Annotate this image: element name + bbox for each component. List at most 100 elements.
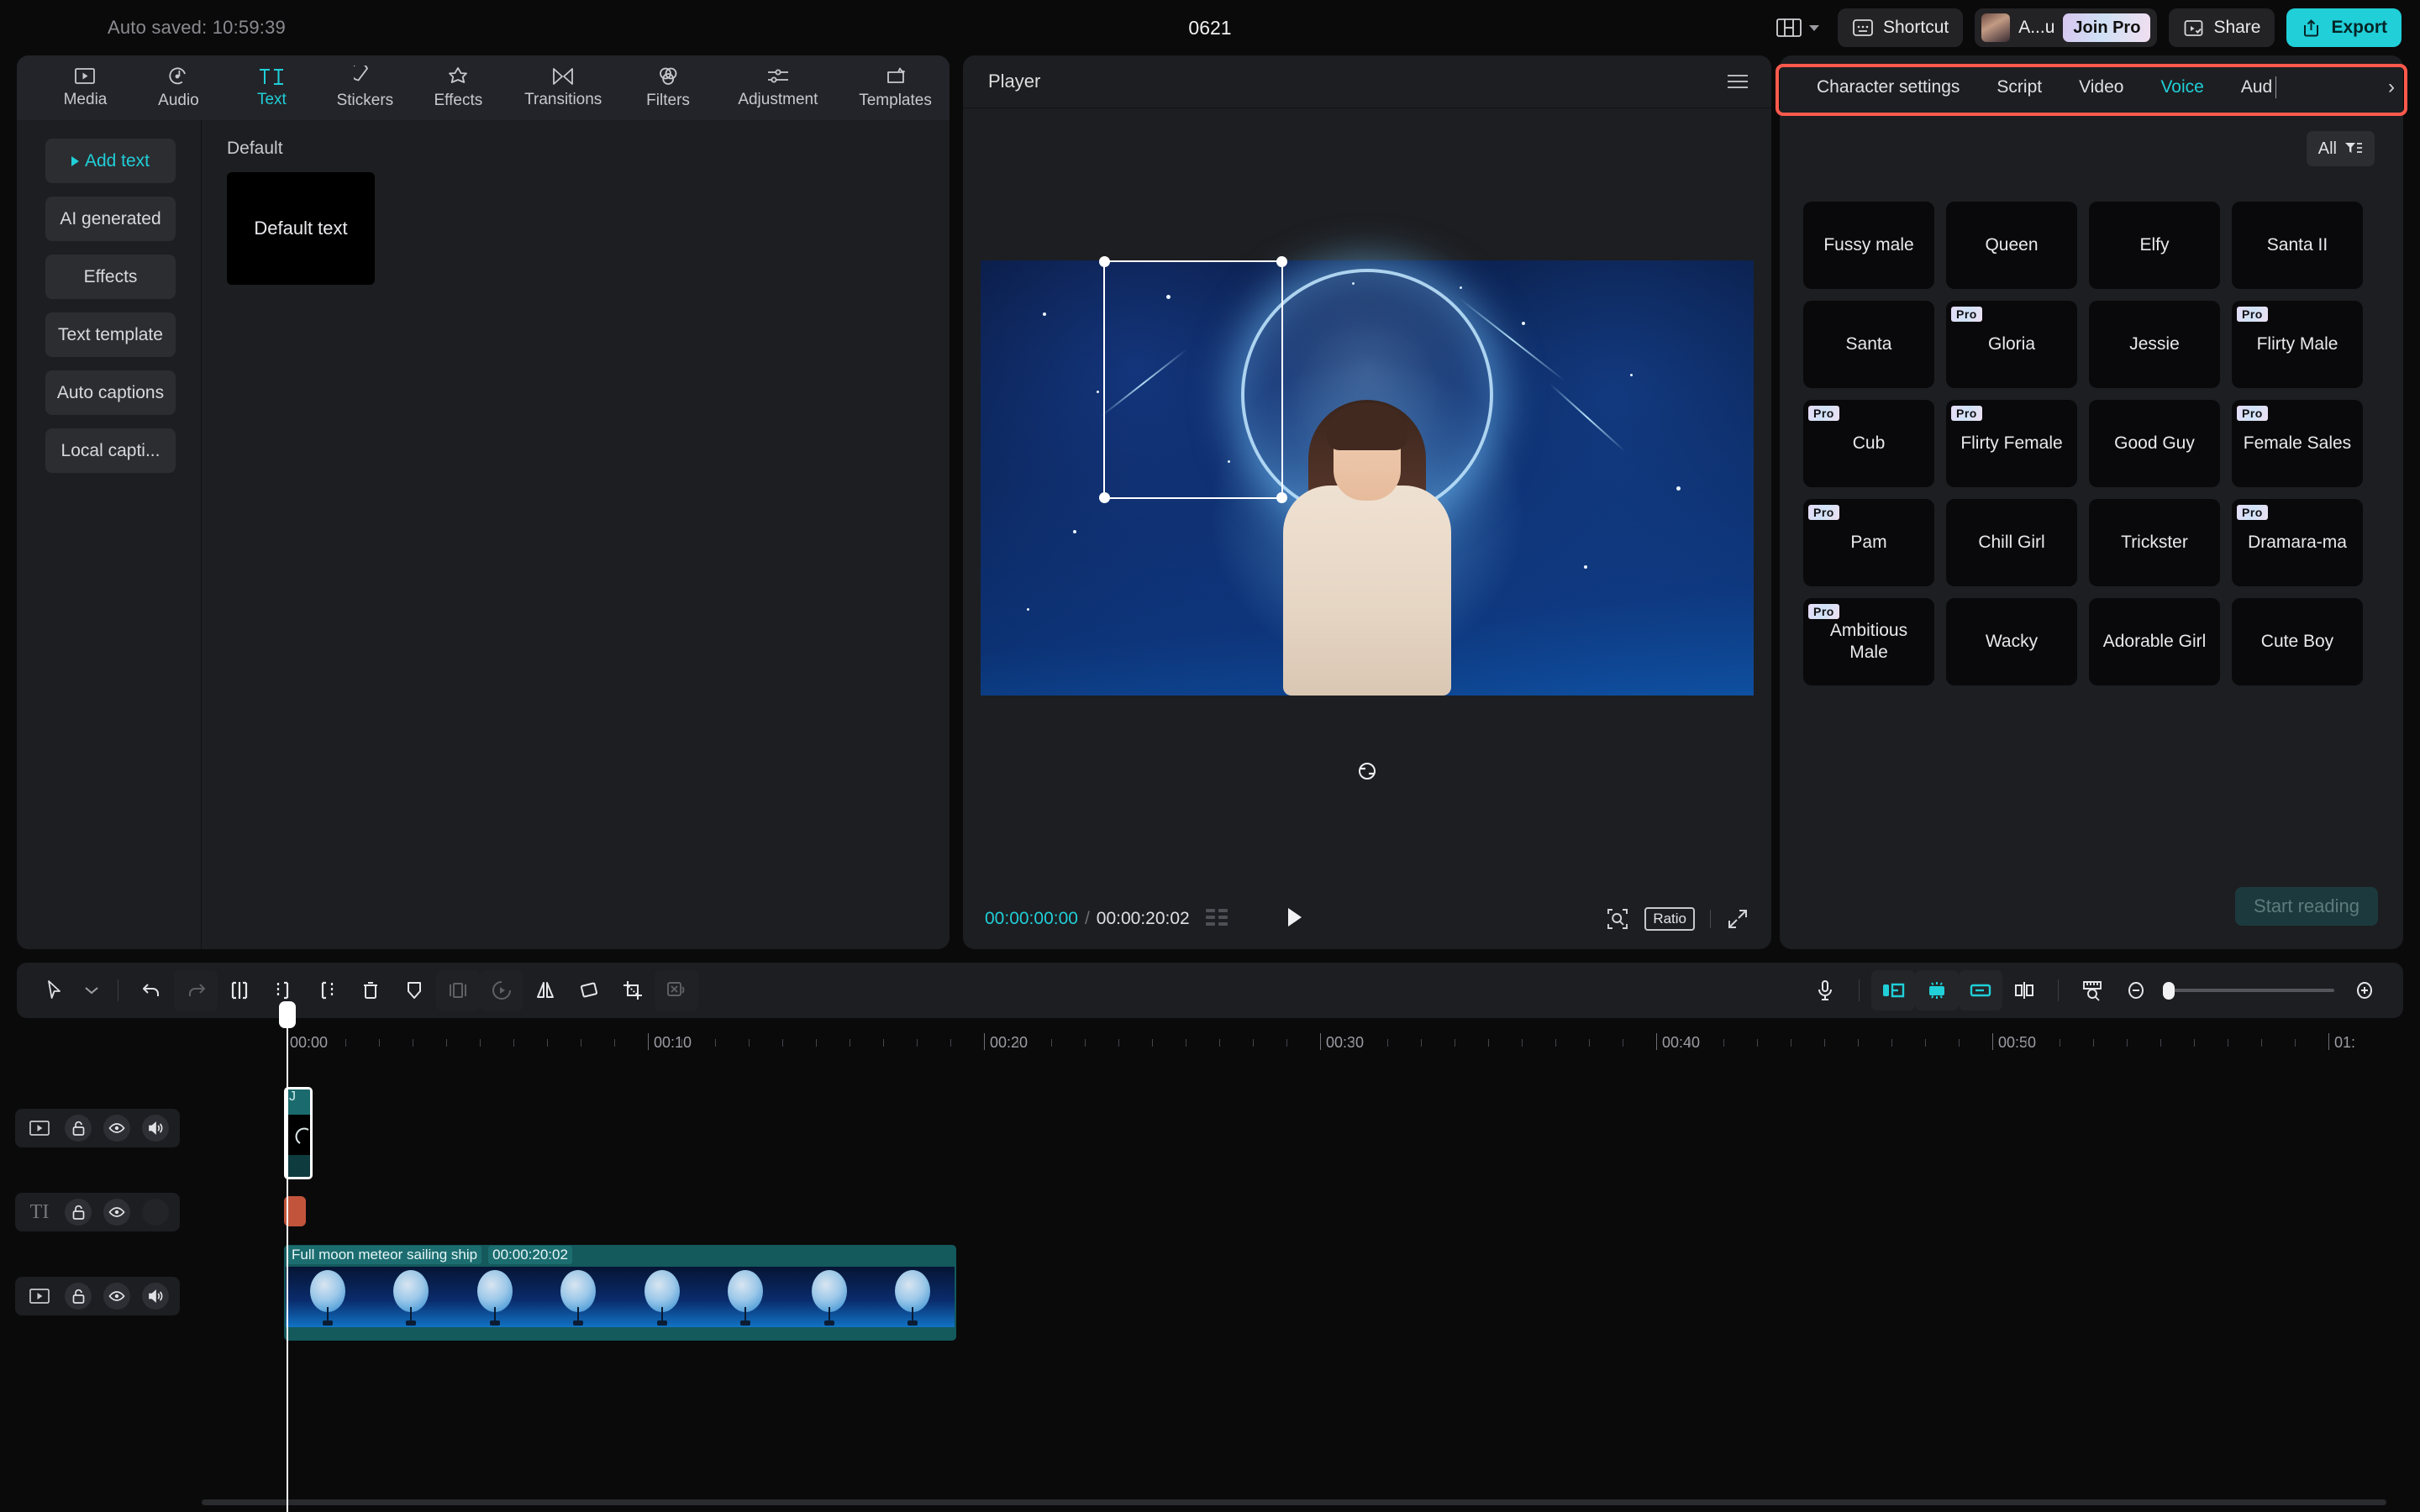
eye-icon[interactable] [97,1109,136,1147]
zoom-slider[interactable] [2163,982,2334,1000]
start-reading-button[interactable]: Start reading [2235,887,2378,926]
tab-script[interactable]: Script [1978,77,2060,97]
fullscreen-icon[interactable] [1726,907,1749,931]
rotate-icon[interactable] [1353,757,1381,785]
tab-audio[interactable]: Audio [132,55,225,120]
join-pro-button[interactable]: Join Pro [2063,13,2151,42]
voice-card[interactable]: Elfy [2089,202,2220,289]
snap-left-icon[interactable] [1871,970,1915,1011]
video-preview[interactable] [981,256,1754,696]
sidebar-item-ai-generated[interactable]: AI generated [45,197,176,241]
tab-stickers[interactable]: Stickers [318,55,412,120]
lock-icon[interactable] [59,1277,97,1315]
shortcut-button[interactable]: Shortcut [1838,8,1964,47]
zoom-slider-knob[interactable] [2163,982,2175,1000]
volume-icon[interactable] [136,1277,175,1315]
voice-card[interactable]: Trickster [2089,499,2220,586]
tab-voice[interactable]: Voice [2142,77,2222,97]
media-icon[interactable] [20,1109,59,1147]
eye-icon[interactable] [97,1193,136,1231]
voice-card[interactable]: Pro Cub [1803,400,1934,487]
sidebar-item-text-template[interactable]: Text template [45,312,176,357]
delete-icon[interactable] [349,970,392,1011]
share-button[interactable]: Share [2169,8,2275,47]
tab-filters[interactable]: Filters [622,55,715,120]
voice-card[interactable]: Chill Girl [1946,499,2077,586]
selection-box[interactable] [1099,256,1287,503]
ruler-zoom-icon[interactable] [2070,970,2114,1011]
voice-card[interactable]: Jessie [2089,301,2220,388]
voice-card[interactable]: Pro Flirty Male [2232,301,2363,388]
play-icon[interactable] [1284,906,1306,933]
sidebar-item-local-captions[interactable]: Local capti... [45,428,176,473]
speed-icon[interactable] [480,970,523,1011]
tab-character-settings[interactable]: Character settings [1798,77,1978,97]
voice-card[interactable]: Wacky [1946,598,2077,685]
resize-handle-tl[interactable] [1099,256,1110,267]
volume-icon[interactable] [136,1109,175,1147]
zoom-in-icon[interactable] [2343,970,2386,1011]
voice-card[interactable]: Queen [1946,202,2077,289]
center-align-icon[interactable] [2002,970,2046,1011]
resize-handle-bl[interactable] [1099,492,1110,503]
voice-card[interactable]: Pro Female Sales [2232,400,2363,487]
voice-card[interactable]: Pro Ambitious Male [1803,598,1934,685]
voice-card[interactable]: Adorable Girl [2089,598,2220,685]
redo-icon[interactable] [174,970,218,1011]
voice-card[interactable]: Fussy male [1803,202,1934,289]
voice-card[interactable]: Good Guy [2089,400,2220,487]
zoom-fit-icon[interactable] [1606,907,1629,931]
lock-icon[interactable] [59,1109,97,1147]
video-clip[interactable]: Full moon meteor sailing ship 00:00:20:0… [284,1245,956,1341]
crop-icon[interactable] [611,970,655,1011]
account-button[interactable]: A...u Join Pro [1975,8,2158,47]
sidebar-item-effects[interactable]: Effects [45,255,176,299]
rotate-icon[interactable] [567,970,611,1011]
resize-handle-tr[interactable] [1276,256,1287,267]
voice-card[interactable]: Pro Pam [1803,499,1934,586]
voice-filter-button[interactable]: All [2306,131,2375,166]
tab-audio[interactable]: Aud [2223,77,2274,97]
hamburger-icon[interactable] [1728,75,1748,88]
sidebar-item-auto-captions[interactable]: Auto captions [45,370,176,415]
voice-card[interactable]: Pro Flirty Female [1946,400,2077,487]
auto-sync-icon[interactable] [1915,970,1959,1011]
tab-templates[interactable]: Templates [841,55,950,120]
trim-right-icon[interactable] [305,970,349,1011]
record-mic-icon[interactable] [1803,970,1847,1011]
playhead-knob[interactable] [279,1001,296,1028]
undo-icon[interactable] [130,970,174,1011]
snap-right-icon[interactable] [1959,970,2002,1011]
export-button[interactable]: Export [2286,8,2402,47]
voice-card[interactable]: Santa II [2232,202,2363,289]
timeline-ruler[interactable]: 00:00 00:10 00:20 00:30 00:40 00:50 01: [0,1026,2420,1062]
tab-video[interactable]: Video [2060,77,2142,97]
timeline-scrollbar[interactable] [202,1499,2386,1505]
lock-icon[interactable] [59,1193,97,1231]
detach-audio-icon[interactable] [655,970,698,1011]
split-icon[interactable] [218,970,261,1011]
tab-media[interactable]: Media [39,55,132,120]
mirror-icon[interactable] [523,970,567,1011]
ratio-button[interactable]: Ratio [1644,907,1695,931]
playhead[interactable] [279,1001,296,1512]
resize-handle-br[interactable] [1276,492,1287,503]
voice-card[interactable]: Santa [1803,301,1934,388]
voice-card[interactable]: Pro Gloria [1946,301,2077,388]
freeze-frame-icon[interactable] [436,970,480,1011]
voice-card[interactable]: Cute Boy [2232,598,2363,685]
tab-transitions[interactable]: Transitions [505,55,622,120]
marker-icon[interactable] [392,970,436,1011]
voice-card[interactable]: Pro Dramara-ma [2232,499,2363,586]
media-icon[interactable] [20,1277,59,1315]
default-text-card[interactable]: Default text [227,172,375,285]
eye-icon[interactable] [97,1277,136,1315]
layout-button[interactable] [1770,12,1826,44]
zoom-out-icon[interactable] [2114,970,2158,1011]
select-arrow-icon[interactable] [34,970,77,1011]
tab-adjustment[interactable]: Adjustment [715,55,842,120]
sticker-clip[interactable]: J [284,1087,313,1179]
chevron-down-icon[interactable] [77,970,106,1011]
tab-text[interactable]: Text [225,55,318,120]
grid-icon[interactable] [1205,907,1230,932]
